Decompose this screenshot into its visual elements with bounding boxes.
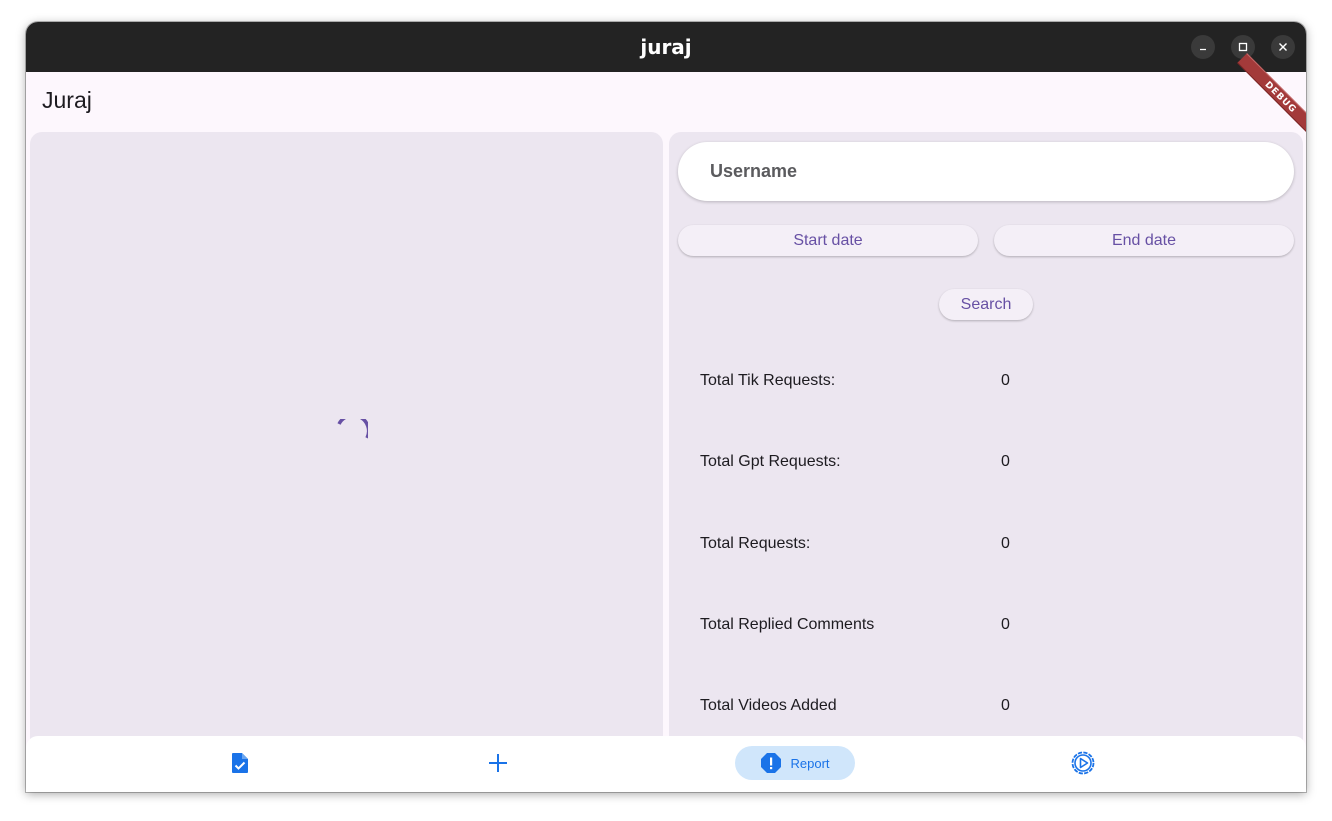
- document-check-icon: [232, 753, 248, 773]
- start-date-button[interactable]: Start date: [678, 225, 978, 256]
- bottom-navigation: Report: [26, 736, 1306, 792]
- username-input[interactable]: Username: [678, 142, 1294, 201]
- nav-item-report[interactable]: Report: [735, 746, 855, 780]
- app-window: juraj Juraj Username Start date End date…: [26, 22, 1306, 792]
- search-button[interactable]: Search: [939, 289, 1033, 320]
- stat-label: Total Tik Requests:: [700, 372, 836, 389]
- maximize-icon: [1238, 42, 1248, 52]
- report-icon: [761, 753, 782, 773]
- stat-row-replied-comments: Total Replied Comments 0: [700, 616, 1260, 638]
- start-date-label: Start date: [793, 231, 863, 249]
- end-date-button[interactable]: End date: [994, 225, 1294, 256]
- nav-item-documents[interactable]: [220, 746, 260, 780]
- app-title: Juraj: [42, 87, 92, 113]
- right-panel: Username Start date End date Search Tota…: [669, 132, 1303, 752]
- stat-value: 0: [1001, 535, 1010, 552]
- nav-item-add[interactable]: [478, 746, 518, 780]
- plus-icon: [489, 754, 507, 772]
- stat-value: 0: [1001, 697, 1010, 714]
- username-placeholder: Username: [710, 161, 798, 181]
- nav-item-report-label: Report: [790, 755, 830, 771]
- search-label: Search: [960, 295, 1012, 313]
- close-button[interactable]: [1271, 35, 1295, 59]
- stat-row-tik-requests: Total Tik Requests: 0: [700, 372, 1260, 394]
- stat-value: 0: [1001, 372, 1010, 389]
- stat-label: Total Replied Comments: [700, 616, 875, 633]
- stat-value: 0: [1001, 453, 1010, 470]
- minimize-icon: [1200, 48, 1206, 51]
- stat-label: Total Gpt Requests:: [700, 453, 841, 470]
- window-titlebar[interactable]: juraj: [26, 22, 1306, 72]
- stat-label: Total Videos Added: [700, 697, 837, 714]
- app-bar: Juraj: [26, 72, 1306, 132]
- progress-spinner-icon: [337, 419, 368, 439]
- close-icon: [1279, 43, 1287, 51]
- nav-item-settings[interactable]: [1063, 746, 1103, 780]
- stat-row-total-requests: Total Requests: 0: [700, 535, 1260, 557]
- minimize-button[interactable]: [1191, 35, 1215, 59]
- stat-row-videos-added: Total Videos Added 0: [700, 697, 1260, 719]
- stat-row-gpt-requests: Total Gpt Requests: 0: [700, 453, 1260, 475]
- end-date-label: End date: [1111, 231, 1177, 249]
- window-title: juraj: [640, 35, 692, 59]
- settings-icon: [1071, 751, 1095, 775]
- left-panel: [30, 132, 663, 752]
- stat-value: 0: [1001, 616, 1010, 633]
- stat-label: Total Requests:: [700, 535, 811, 552]
